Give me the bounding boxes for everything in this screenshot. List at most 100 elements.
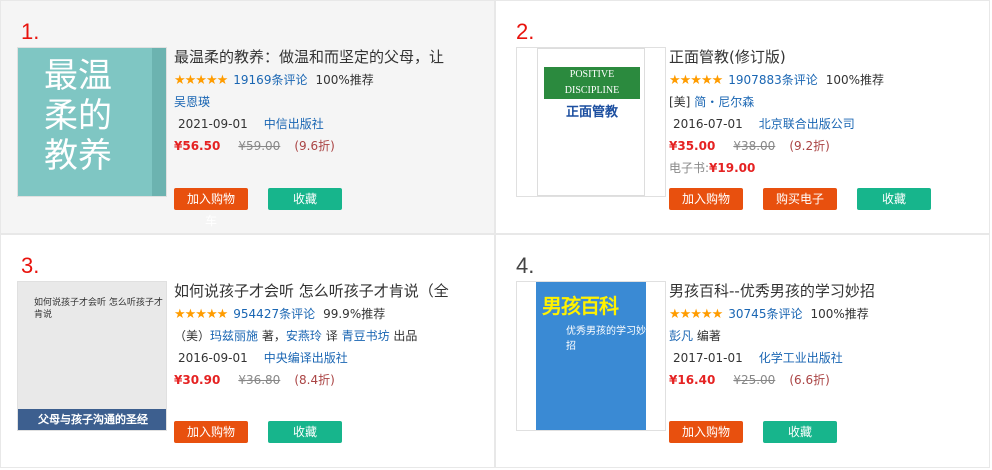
cover-spine: [152, 48, 166, 196]
author-link[interactable]: 玛兹丽施: [210, 329, 258, 343]
rating-row: ★★★★★ 19169条评论 100%推荐: [174, 69, 484, 91]
publish-date: 2021-09-01: [178, 117, 248, 131]
publish-date: 2016-09-01: [178, 351, 248, 365]
review-count-link[interactable]: 954427条评论: [233, 307, 315, 321]
rating-row: ★★★★★ 30745条评论 100%推荐: [669, 303, 979, 325]
author-row: （美）玛兹丽施 著，安燕玲 译 青豆书坊 出品: [174, 325, 484, 347]
current-price: ¥35.00: [669, 139, 716, 153]
translator-role: 译: [325, 329, 338, 343]
discount: (9.2折): [789, 139, 830, 153]
book-cover[interactable]: 最温柔的教养: [17, 47, 167, 197]
book-card: 3. 如何说孩子才会听 怎么听孩子才肯说 父母与孩子沟通的圣经 如何说孩子才会听…: [0, 234, 495, 468]
publish-row: 2021-09-01 中信出版社: [174, 113, 484, 135]
current-price: ¥30.90: [174, 373, 221, 387]
price-row: ¥35.00 ¥38.00 (9.2折): [669, 135, 979, 157]
review-count-link[interactable]: 1907883条评论: [728, 73, 817, 87]
cover-art: POSITIVE DISCIPLINE 正面管教: [537, 48, 645, 196]
author-row: 彭凡 编著: [669, 325, 979, 347]
book-title[interactable]: 如何说孩子才会听 怎么听孩子才肯说（全: [174, 279, 484, 303]
author-nationality: （美）: [174, 329, 211, 343]
original-price: ¥59.00: [238, 139, 281, 153]
publish-row: 2017-01-01 化学工业出版社: [669, 347, 979, 369]
publish-date: 2016-07-01: [673, 117, 743, 131]
buy-ebook-button[interactable]: 购买电子书: [763, 188, 837, 228]
star-rating-icon: ★★★★★: [669, 307, 723, 322]
book-card: 2. POSITIVE DISCIPLINE 正面管教 正面管教(修订版) ★★…: [495, 0, 990, 234]
add-to-cart-button[interactable]: 加入购物车: [669, 188, 743, 228]
book-title[interactable]: 男孩百科--优秀男孩的学习妙招: [669, 279, 979, 303]
book-cover[interactable]: 男孩百科 优秀男孩的学习妙招: [516, 281, 666, 431]
author-row: [美] 简・尼尔森: [669, 91, 979, 113]
cover-subtitle: 优秀男孩的学习妙招: [566, 326, 646, 352]
cover-band: 父母与孩子沟通的圣经: [18, 409, 166, 430]
star-rating-icon: ★★★★★: [174, 73, 228, 88]
star-rating-icon: ★★★★★: [669, 73, 723, 88]
ebook-price: ¥19.00: [709, 161, 756, 175]
rating-row: ★★★★★ 954427条评论 99.9%推荐: [174, 303, 484, 325]
producer-link[interactable]: 青豆书坊: [342, 329, 390, 343]
price-row: ¥30.90 ¥36.80 (8.4折): [174, 369, 484, 391]
action-buttons: 加入购物车 收藏: [174, 188, 342, 228]
favorite-button[interactable]: 收藏: [268, 188, 342, 210]
author-nationality: [美]: [669, 95, 691, 109]
ebook-row: 电子书:¥19.00: [669, 157, 979, 179]
publisher-link[interactable]: 中央编译出版社: [264, 351, 348, 365]
original-price: ¥36.80: [238, 373, 281, 387]
publish-row: 2016-09-01 中央编译出版社: [174, 347, 484, 369]
add-to-cart-button[interactable]: 加入购物车: [174, 421, 248, 461]
recommend-rate: 99.9%推荐: [323, 307, 386, 321]
favorite-button[interactable]: 收藏: [857, 188, 931, 210]
recommend-rate: 100%推荐: [810, 307, 869, 321]
publish-row: 2016-07-01 北京联合出版公司: [669, 113, 979, 135]
rank-number: 3.: [21, 253, 40, 278]
book-title[interactable]: 正面管教(修订版): [669, 45, 979, 69]
price-row: ¥56.50 ¥59.00 (9.6折): [174, 135, 484, 157]
price-row: ¥16.40 ¥25.00 (6.6折): [669, 369, 979, 391]
review-count-link[interactable]: 19169条评论: [233, 73, 307, 87]
review-count-link[interactable]: 30745条评论: [728, 307, 802, 321]
rank-number: 4.: [516, 253, 535, 278]
author-role: 编著: [696, 329, 721, 343]
translator-link[interactable]: 安燕玲: [286, 329, 322, 343]
book-info: 男孩百科--优秀男孩的学习妙招 ★★★★★ 30745条评论 100%推荐 彭凡 编…: [669, 279, 979, 391]
current-price: ¥16.40: [669, 373, 716, 387]
cover-art: 最温柔的教养: [18, 48, 166, 196]
cover-art: 如何说孩子才会听 怎么听孩子才肯说 父母与孩子沟通的圣经: [18, 282, 166, 430]
recommend-rate: 100%推荐: [315, 73, 374, 87]
book-cover[interactable]: POSITIVE DISCIPLINE 正面管教: [516, 47, 666, 197]
author-link[interactable]: 简・尼尔森: [694, 95, 754, 109]
author-link[interactable]: 吴恩瑛: [174, 95, 210, 109]
add-to-cart-button[interactable]: 加入购物车: [669, 421, 743, 461]
rank-number: 1.: [21, 19, 40, 44]
book-title[interactable]: 最温柔的教养：做温和而坚定的父母，让: [174, 45, 484, 69]
action-buttons: 加入购物车 收藏: [669, 421, 837, 461]
book-info: 正面管教(修订版) ★★★★★ 1907883条评论 100%推荐 [美] 简・尼尔…: [669, 45, 979, 179]
favorite-button[interactable]: 收藏: [268, 421, 342, 443]
publisher-link[interactable]: 中信出版社: [264, 117, 324, 131]
author-link[interactable]: 彭凡: [669, 329, 693, 343]
ebook-label: 电子书:: [669, 161, 710, 175]
add-to-cart-button[interactable]: 加入购物车: [174, 188, 248, 228]
publisher-link[interactable]: 化学工业出版社: [759, 351, 843, 365]
book-cover[interactable]: 如何说孩子才会听 怎么听孩子才肯说 父母与孩子沟通的圣经: [17, 281, 167, 431]
rating-row: ★★★★★ 1907883条评论 100%推荐: [669, 69, 979, 91]
rank-number: 2.: [516, 19, 535, 44]
book-info: 如何说孩子才会听 怎么听孩子才肯说（全 ★★★★★ 954427条评论 99.9%推…: [174, 279, 484, 391]
recommend-rate: 100%推荐: [825, 73, 885, 87]
book-card: 4. 男孩百科 优秀男孩的学习妙招 男孩百科--优秀男孩的学习妙招 ★★★★★ 3…: [495, 234, 990, 468]
favorite-button[interactable]: 收藏: [763, 421, 837, 443]
action-buttons: 加入购物车 购买电子书 收藏: [669, 188, 931, 228]
publisher-link[interactable]: 北京联合出版公司: [759, 117, 855, 131]
producer-role: 出品: [393, 329, 418, 343]
cover-art: 男孩百科 优秀男孩的学习妙招: [536, 282, 646, 430]
discount: (6.6折): [789, 373, 830, 387]
cover-title-en: POSITIVE DISCIPLINE: [544, 67, 640, 99]
book-info: 最温柔的教养：做温和而坚定的父母，让 ★★★★★ 19169条评论 100%推荐 吴…: [174, 45, 484, 157]
action-buttons: 加入购物车 收藏: [174, 421, 342, 461]
original-price: ¥38.00: [733, 139, 776, 153]
author-row: 吴恩瑛: [174, 91, 484, 113]
cover-title: 最温柔的教养: [44, 56, 112, 176]
cover-title: 如何说孩子才会听 怎么听孩子才肯说: [34, 298, 163, 320]
book-card: 1. 最温柔的教养 最温柔的教养：做温和而坚定的父母，让 ★★★★★ 19169条…: [0, 0, 495, 234]
book-list-grid: 1. 最温柔的教养 最温柔的教养：做温和而坚定的父母，让 ★★★★★ 19169条…: [0, 0, 992, 470]
